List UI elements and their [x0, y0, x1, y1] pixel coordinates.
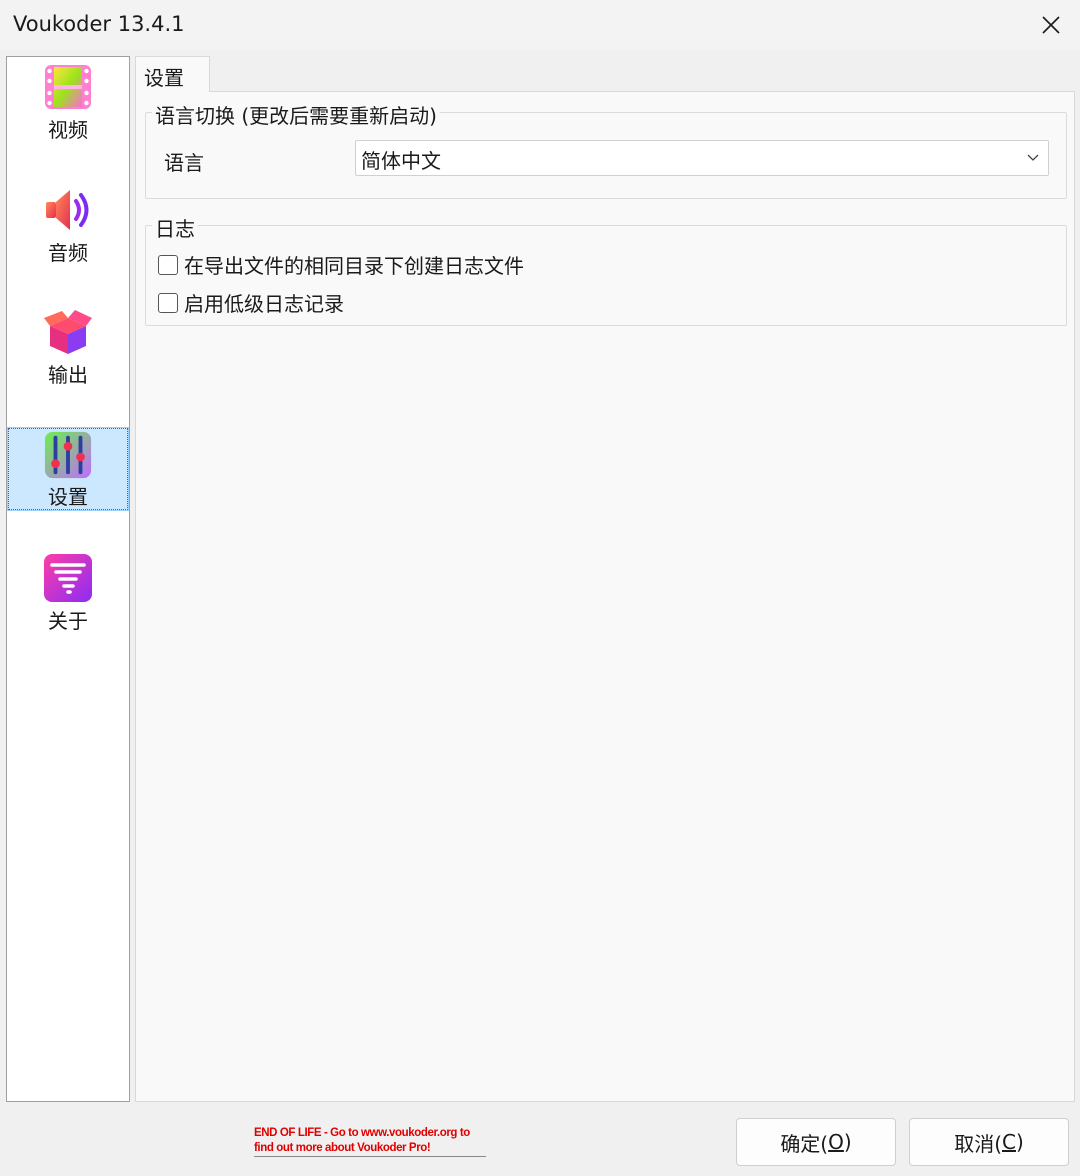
ok-label-end: ): [843, 1130, 852, 1154]
sidebar-item-settings[interactable]: 设置: [7, 427, 129, 511]
log-file-label: 在导出文件的相同目录下创建日志文件: [184, 254, 524, 278]
sidebar: 视频 音频 输出 设置 关于: [6, 56, 130, 1102]
cancel-label-end: ): [1015, 1130, 1024, 1154]
end-of-life-link[interactable]: END OF LIFE - Go to www.voukoder.org to …: [254, 1126, 486, 1157]
sidebar-item-audio[interactable]: 音频: [7, 182, 129, 266]
sidebar-item-about[interactable]: 关于: [7, 550, 129, 634]
low-level-log-option[interactable]: 启用低级日志记录: [158, 288, 344, 317]
log-group-title: 日志: [152, 213, 198, 242]
close-button[interactable]: [1022, 0, 1080, 50]
box-output-icon: [44, 310, 92, 354]
ok-button[interactable]: 确定(O): [736, 1118, 896, 1166]
log-file-checkbox[interactable]: [158, 254, 178, 275]
cancel-accelerator: C: [1002, 1130, 1016, 1154]
log-file-option[interactable]: 在导出文件的相同目录下创建日志文件: [158, 250, 524, 279]
cancel-label: 取消(: [954, 1131, 1003, 1156]
sidebar-item-label: 视频: [48, 118, 88, 142]
language-select[interactable]: 简体中文: [355, 140, 1049, 176]
tornado-about-icon: [44, 554, 92, 602]
cancel-button[interactable]: 取消(C): [909, 1118, 1069, 1166]
eol-line-2: find out more about Voukoder Pro!: [254, 1142, 431, 1154]
sidebar-item-label: 设置: [48, 485, 88, 509]
language-label: 语言: [164, 151, 204, 175]
low-level-log-checkbox[interactable]: [158, 292, 178, 313]
ok-accelerator: O: [828, 1130, 844, 1154]
ok-label: 确定(: [780, 1131, 829, 1156]
sidebar-item-output[interactable]: 输出: [7, 304, 129, 388]
title-bar: Voukoder 13.4.1: [0, 0, 1080, 50]
log-group: 日志 在导出文件的相同目录下创建日志文件 启用低级日志记录: [145, 213, 1067, 326]
close-icon: [1042, 16, 1060, 34]
settings-panel: 语言切换 (更改后需要重新启动) 语言 简体中文 日志 在导出文件的相同目录下创…: [135, 91, 1075, 1102]
chevron-down-icon: [1027, 154, 1039, 161]
sidebar-item-label: 关于: [48, 609, 88, 633]
language-select-value: 简体中文: [361, 149, 441, 173]
window-title: Voukoder 13.4.1: [13, 12, 185, 36]
sidebar-item-label: 输出: [48, 363, 88, 387]
low-level-log-label: 启用低级日志记录: [184, 292, 344, 316]
tab-settings[interactable]: 设置: [135, 56, 210, 92]
sliders-icon: [44, 431, 92, 479]
video-film-icon: [45, 65, 91, 109]
eol-line-1: END OF LIFE - Go to www.voukoder.org to: [254, 1127, 470, 1139]
sidebar-item-video[interactable]: 视频: [7, 59, 129, 143]
speaker-icon: [46, 190, 89, 230]
language-group-title: 语言切换 (更改后需要重新启动): [152, 100, 440, 129]
sidebar-item-label: 音频: [48, 241, 88, 265]
language-group: 语言切换 (更改后需要重新启动) 语言 简体中文: [145, 100, 1067, 199]
